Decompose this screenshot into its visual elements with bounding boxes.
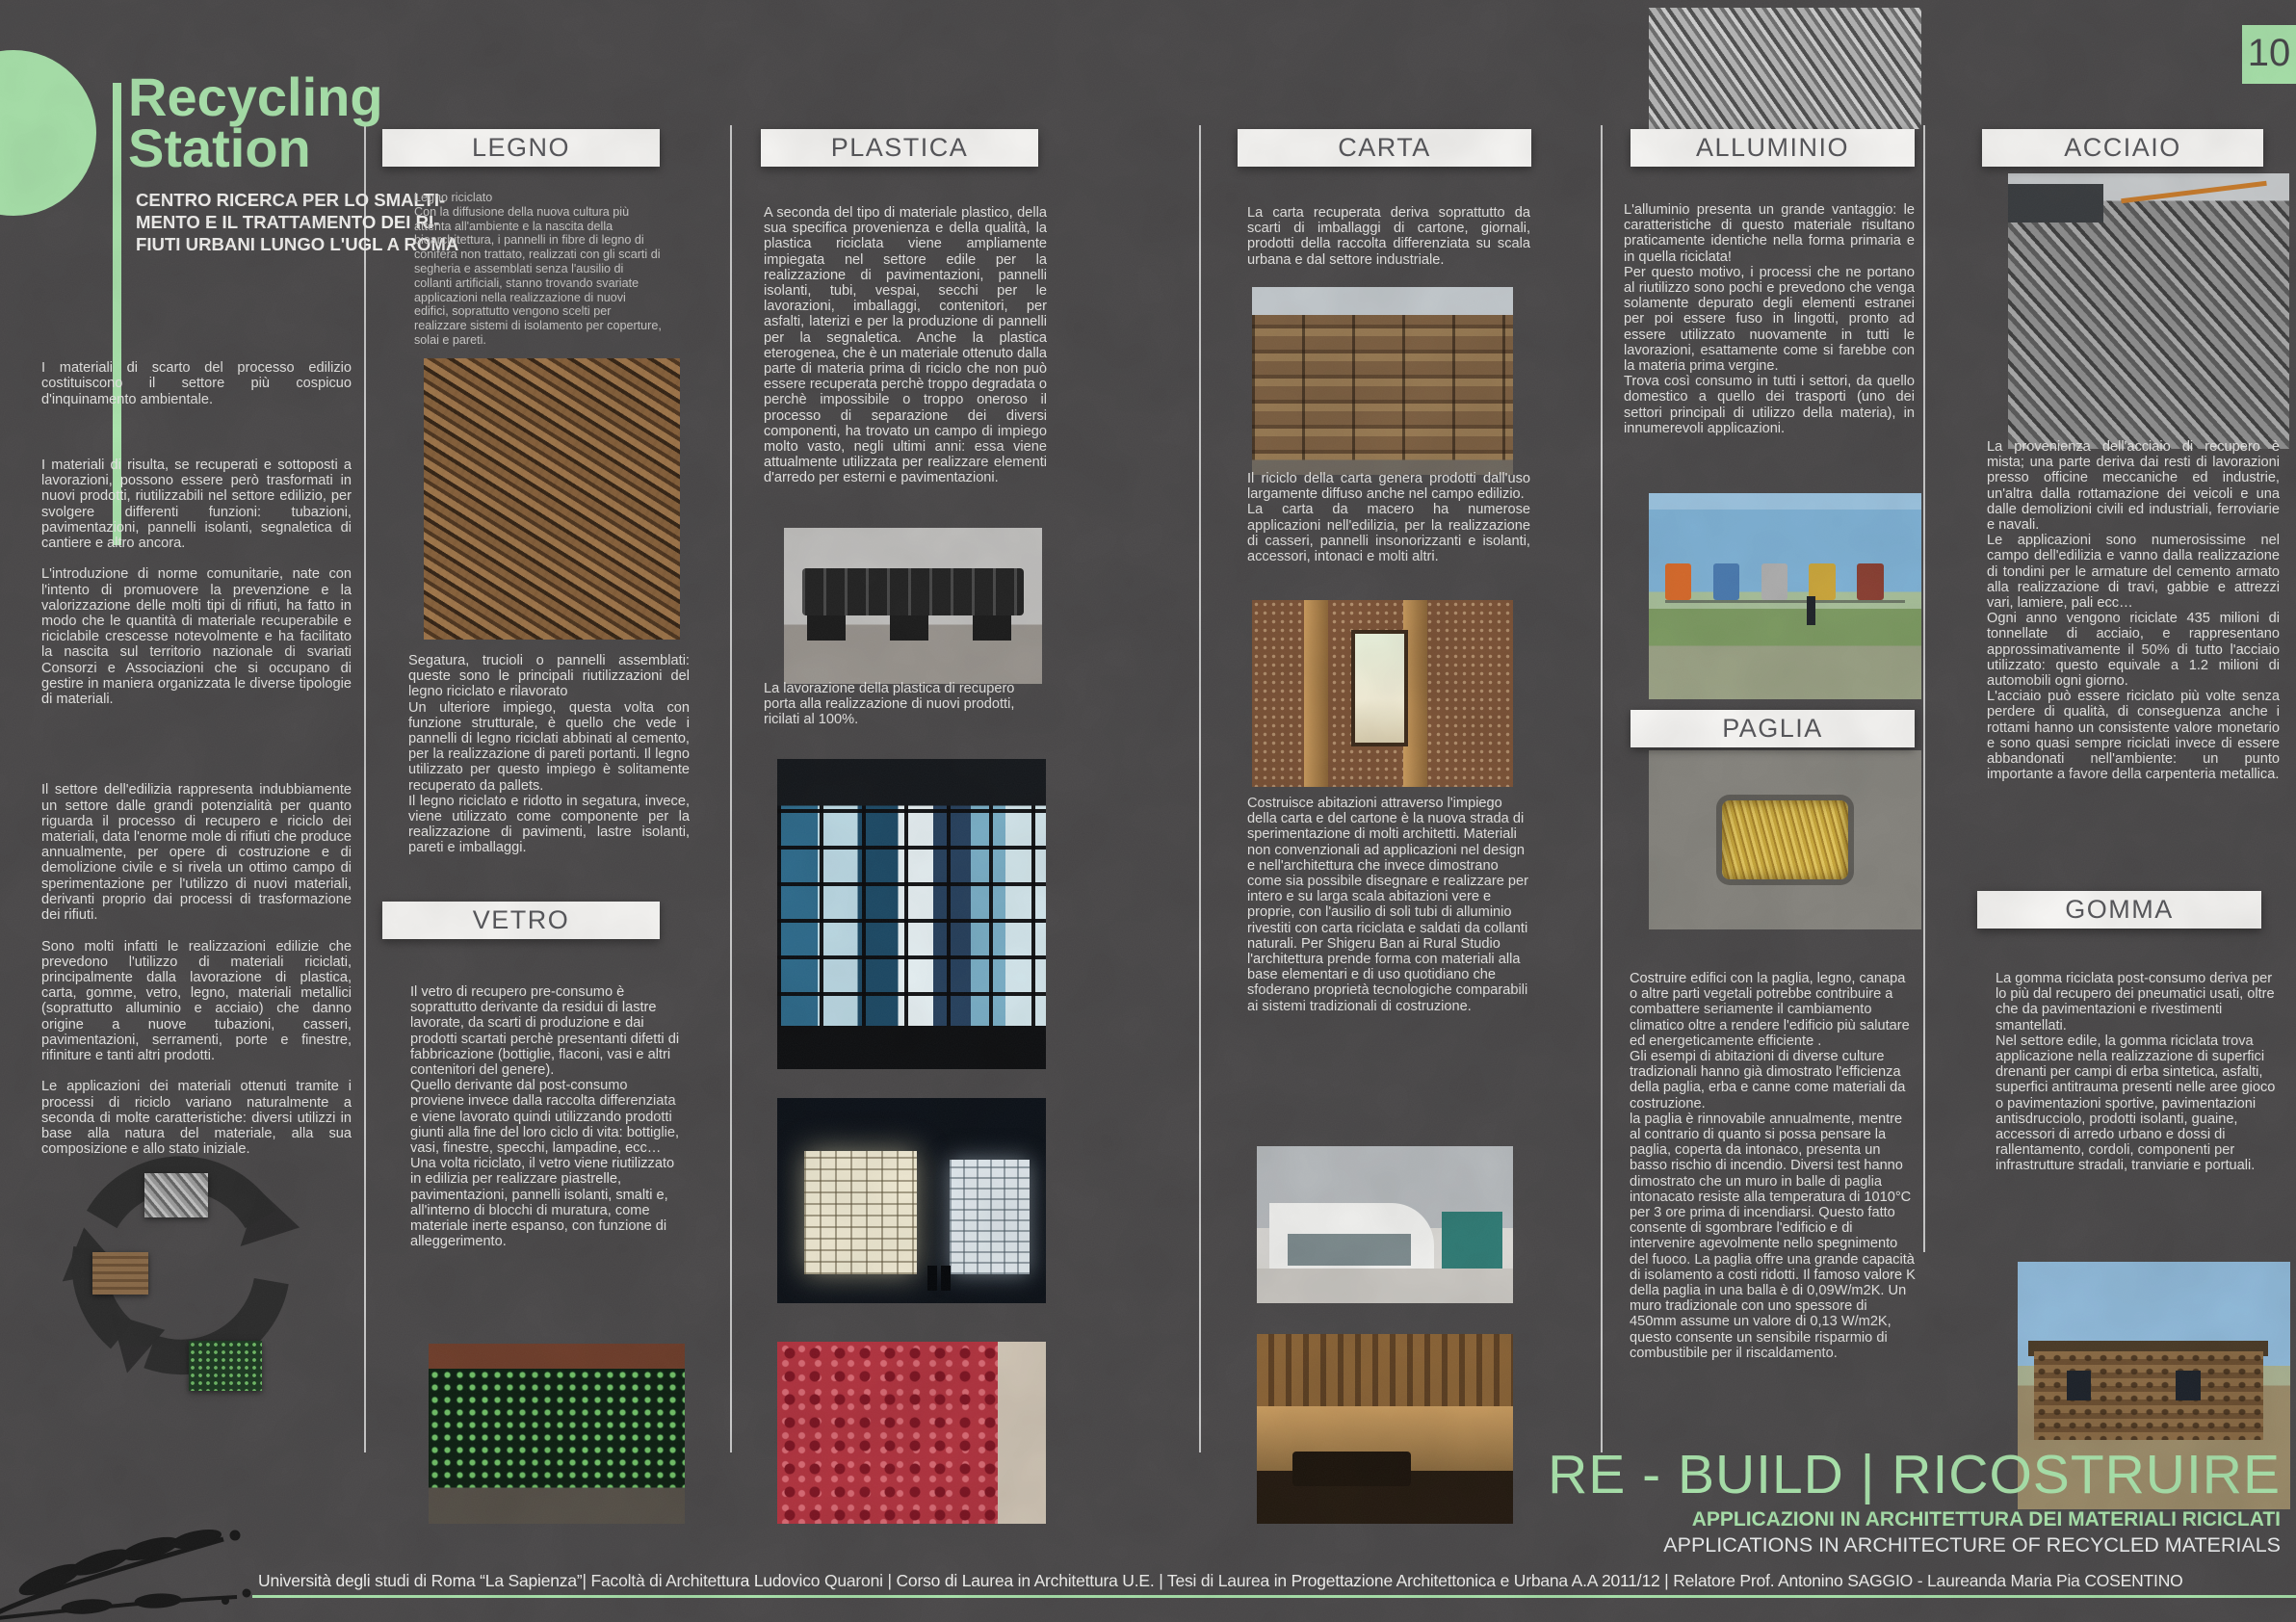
- dark-window: [2067, 1371, 2091, 1400]
- intro-paragraph: I materiali di scarto del processo edili…: [41, 360, 352, 407]
- poster-title: Recycling Station: [128, 71, 383, 173]
- glowing-block-volume: [950, 1160, 1031, 1274]
- photo-paper-bales: [1252, 287, 1513, 475]
- column-divider: [1601, 125, 1603, 1452]
- section-header-carta: CARTA: [1238, 129, 1531, 167]
- warehouse-silhouette: [2008, 184, 2103, 222]
- photo-warm-wood-interior: [1257, 1334, 1513, 1524]
- photo-recycled-barrels-installation: [1649, 493, 1921, 699]
- photo-steel-scrapyard: [2008, 173, 2289, 449]
- barrel: [1857, 563, 1883, 601]
- bright-window: [1351, 630, 1408, 746]
- barrel-row: [1665, 563, 1905, 601]
- photo-red-plastic-texture: [777, 1342, 1046, 1524]
- section-header-acciaio: ACCIAIO: [1982, 129, 2263, 167]
- furniture-silhouette: [1292, 1452, 1410, 1485]
- intro-paragraph: L'introduzione di norme comunitarie, nat…: [41, 566, 352, 707]
- photo-green-bottle-wall: [429, 1344, 685, 1524]
- crane-arm: [2121, 181, 2266, 203]
- person-silhouette: [1807, 596, 1815, 625]
- section-header-gomma: GOMMA: [1977, 891, 2261, 929]
- barrel: [1761, 563, 1787, 601]
- vetro-body: Il vetro di recupero pre-consumo è sopra…: [410, 984, 682, 1249]
- person-silhouette: [941, 1266, 951, 1291]
- section-header-plastica: PLASTICA: [761, 129, 1038, 167]
- intro-paragraph: I materiali di risulta, se recuperati e …: [41, 458, 352, 551]
- intro-column: I materiali di scarto del processo edili…: [41, 345, 352, 1173]
- person-silhouette: [927, 1266, 937, 1291]
- closing-title: RE - BUILD | RICOSTRUIRE: [1548, 1443, 2281, 1506]
- glass-strip: [1288, 1234, 1411, 1266]
- closing-subtitle-it: APPLICAZIONI IN ARCHITETTURA DEI MATERIA…: [1692, 1508, 2281, 1531]
- collage-photo-paper: [92, 1252, 148, 1295]
- intro-paragraph: Il settore dell'edilizia rappresenta ind…: [41, 782, 352, 923]
- column-divider: [1923, 125, 1925, 1252]
- legno-body: Segatura, trucioli o pannelli assemblati…: [408, 653, 690, 856]
- pallet-deck-shape: [802, 568, 1024, 615]
- column-divider: [364, 125, 366, 1452]
- photo-cardboard-interior: [1252, 600, 1513, 787]
- glowing-block-volume: [804, 1151, 917, 1274]
- closing-subtitle-en: APPLICATIONS IN ARCHITECTURE OF RECYCLED…: [1663, 1533, 2281, 1557]
- photo-straw-in-wall: [1649, 750, 1921, 929]
- barrel: [1713, 563, 1739, 601]
- support-poles: [1665, 600, 1905, 603]
- paglia-body: Costruire edifici con la paglia, legno, …: [1630, 971, 1917, 1361]
- recycle-symbol-icon: [46, 1115, 316, 1404]
- section-header-alluminio: ALLUMINIO: [1631, 129, 1915, 167]
- barrel: [1665, 563, 1691, 601]
- intro-paragraph: Sono molti infatti le realizzazioni edil…: [41, 939, 352, 1064]
- carta-body: Il riciclo della carta genera prodotti d…: [1247, 471, 1530, 564]
- pallet-feet-shape: [807, 615, 1019, 641]
- footer-credits: Università degli studi di Roma “La Sapie…: [258, 1571, 2183, 1591]
- alluminio-body: L'alluminio presenta un grande vantaggio…: [1624, 202, 1915, 436]
- carta-body2: Costruisce abitazioni attraverso l'impie…: [1247, 796, 1530, 1014]
- slat-ceiling: [1257, 1334, 1513, 1406]
- column-divider: [730, 125, 732, 1452]
- wood-post: [1304, 600, 1327, 787]
- brand-green-circle: [0, 50, 96, 216]
- footer-underline: [252, 1595, 2296, 1598]
- photo-plastic-pallet: [784, 528, 1042, 684]
- page-number-badge: 10: [2242, 25, 2296, 84]
- legno-caption: Legno riciclato Con la diffusione della …: [414, 191, 663, 348]
- teal-wall: [1442, 1212, 1503, 1269]
- plastica-note: La lavorazione della plastica di recuper…: [764, 681, 1047, 728]
- barrel: [1809, 563, 1835, 601]
- photo-glass-block-pavilion-night: [777, 1098, 1046, 1303]
- plastica-body: A seconda del tipo di materiale plastico…: [764, 205, 1047, 486]
- gomma-body: La gomma riciclata post-consumo deriva p…: [1996, 971, 2277, 1174]
- carta-intro: La carta recuperata deriva soprattutto d…: [1247, 205, 1530, 268]
- straw-patch: [1722, 800, 1847, 879]
- plant-silhouette: [0, 1418, 341, 1622]
- acciaio-body: La provenienza dell'acciaio di recupero …: [1987, 439, 2280, 782]
- photo-recycled-glass-facade: [777, 759, 1046, 1069]
- collage-photo-cans: [144, 1173, 208, 1217]
- section-header-vetro: VETRO: [382, 902, 660, 939]
- poster-subtitle: CENTRO RICERCA PER LO SMALTI- MENTO E IL…: [136, 189, 458, 255]
- section-header-legno: LEGNO: [382, 129, 660, 167]
- photo-wood-chips: [424, 358, 680, 640]
- photo-aluminium-bales: [1649, 8, 1921, 129]
- poster-recycling-station: { "page_number": "10", "colors": {"accen…: [0, 0, 2296, 1622]
- dark-window: [2176, 1371, 2200, 1400]
- column-divider: [1199, 125, 1201, 1452]
- photo-white-curved-pavilion: [1257, 1146, 1513, 1303]
- section-header-paglia: PAGLIA: [1631, 710, 1915, 747]
- collage-photo-bottles: [189, 1341, 262, 1391]
